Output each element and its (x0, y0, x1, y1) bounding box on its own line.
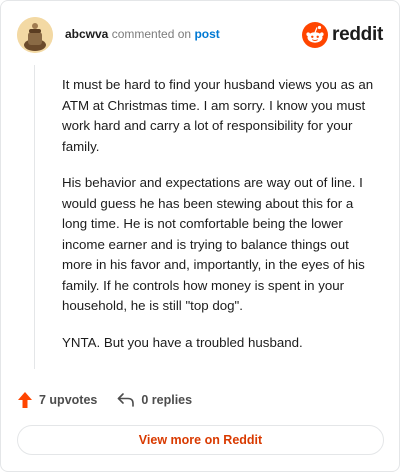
comment-meta: abcwva commented on post (65, 27, 220, 41)
upvote-button[interactable]: 7 upvotes (17, 391, 97, 409)
upvote-arrow-icon (18, 392, 32, 408)
reddit-logo-icon (302, 22, 329, 48)
comment-header: abcwva commented on post reddit (17, 17, 383, 53)
comment-body: It must be hard to find your husband vie… (62, 75, 380, 369)
comment-actions: 7 upvotes 0 replies (17, 389, 192, 411)
upvote-count: 7 upvotes (39, 393, 98, 407)
reddit-brand[interactable]: reddit (302, 21, 383, 49)
comment-paragraph-1: It must be hard to find your husband vie… (62, 77, 374, 154)
avatar-icon[interactable] (17, 17, 53, 53)
username-link[interactable]: abcwva (65, 27, 108, 41)
comment-paragraph-3: YNTA. But you have a troubled husband. (62, 334, 303, 350)
reply-count: 0 replies (141, 393, 193, 407)
reply-button[interactable]: 0 replies (117, 392, 192, 408)
post-link[interactable]: post (194, 27, 219, 41)
thread-line[interactable] (34, 65, 35, 369)
comment-paragraph-2: His behavior and expectations are way ou… (62, 175, 365, 313)
reddit-wordmark: reddit (332, 24, 383, 45)
reply-arrow-icon (118, 393, 135, 407)
view-more-button[interactable]: View more on Reddit (17, 425, 384, 455)
commented-on-text: commented on (111, 27, 192, 41)
comment-embed-card: abcwva commented on post reddit It must … (0, 0, 400, 472)
